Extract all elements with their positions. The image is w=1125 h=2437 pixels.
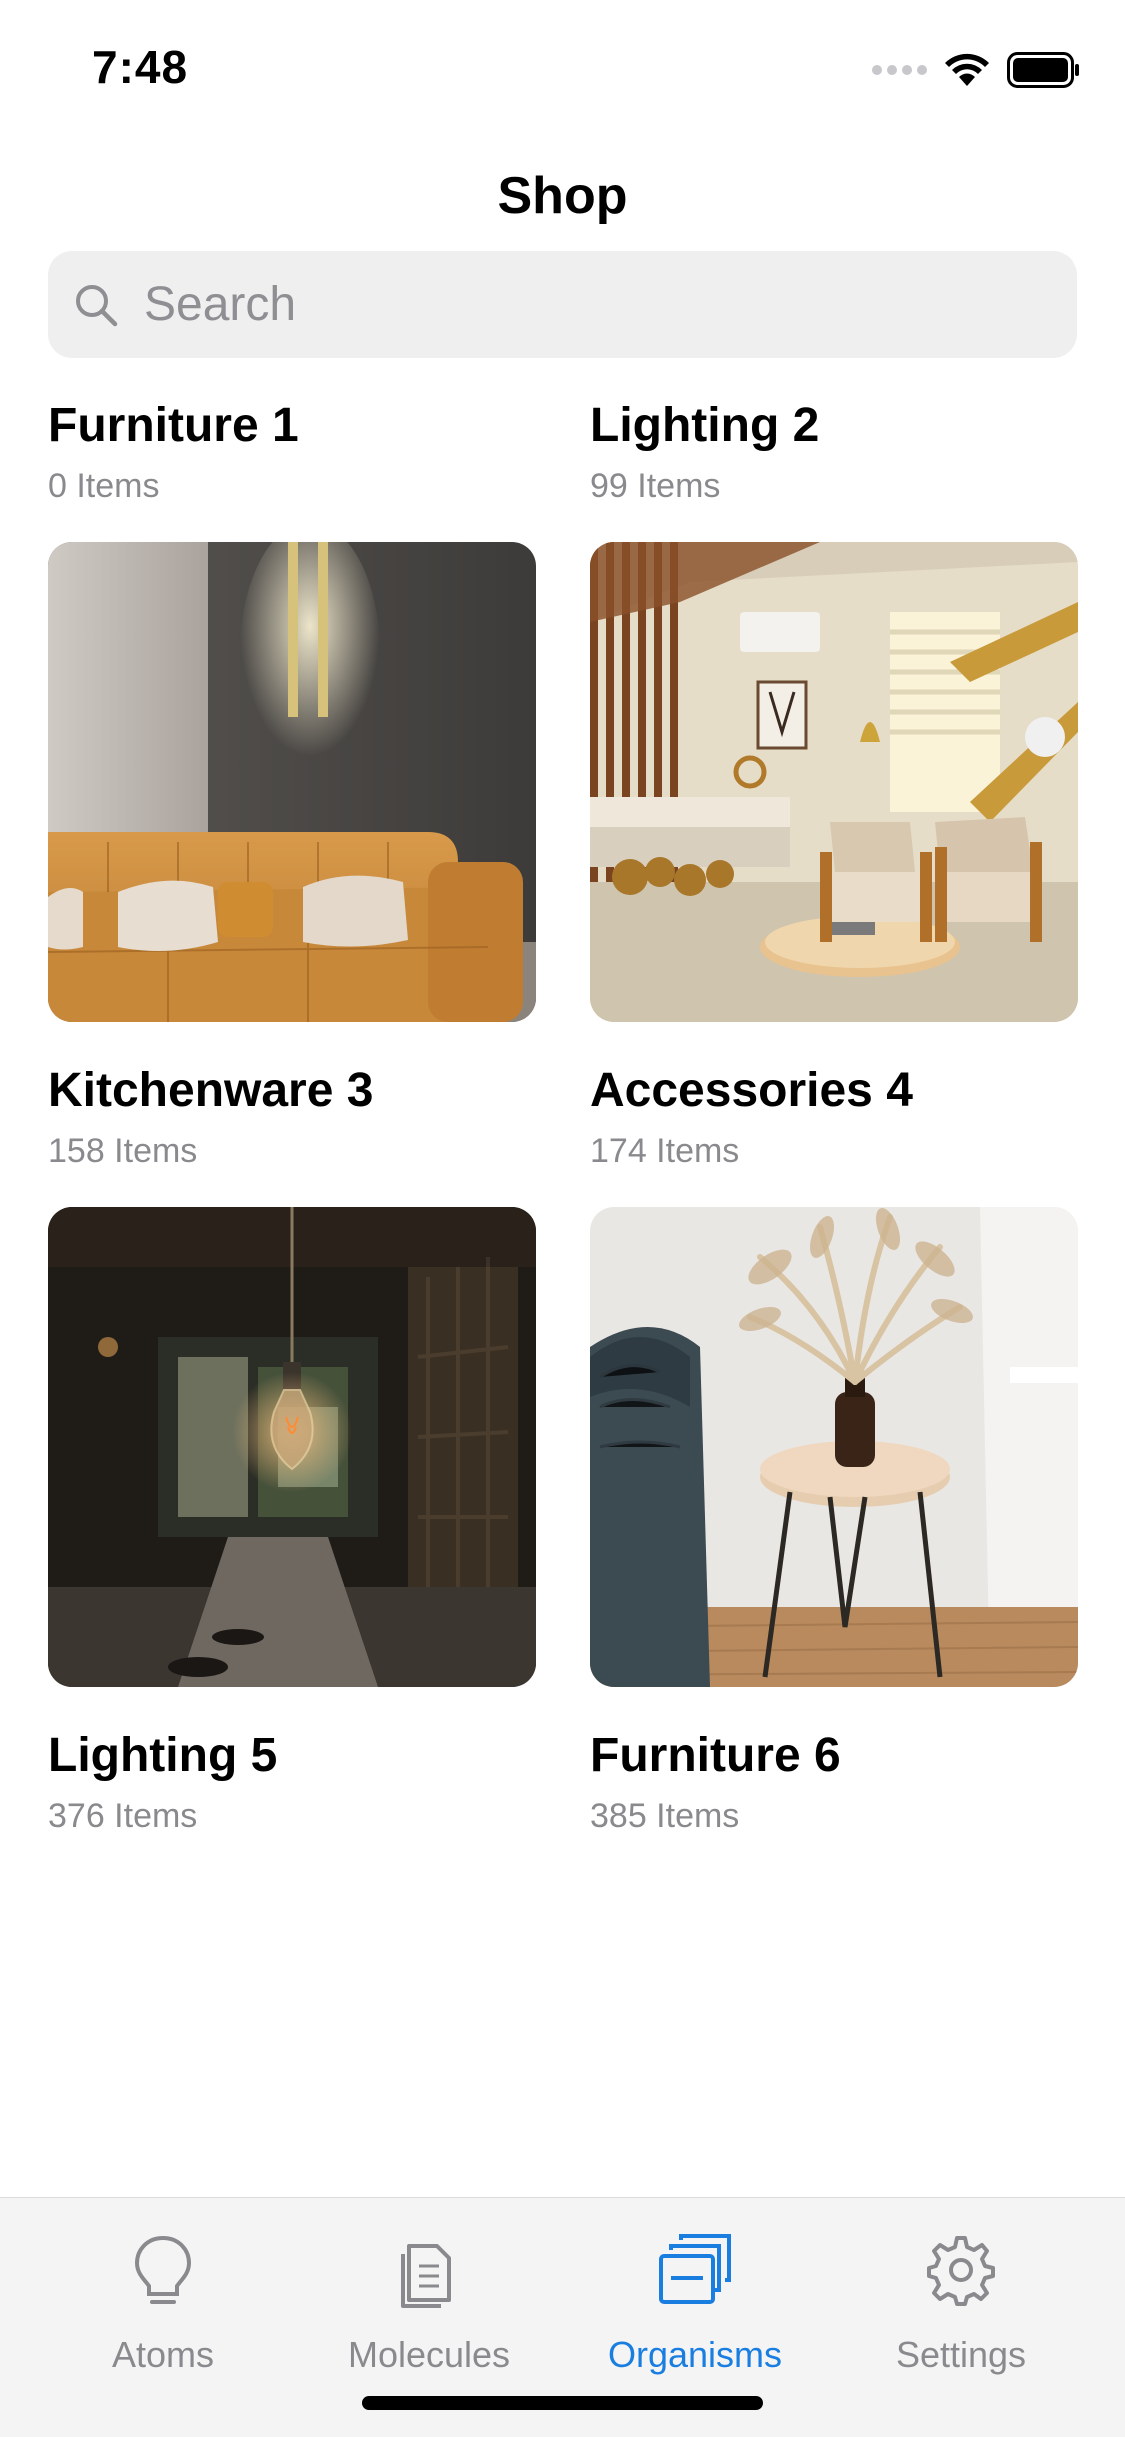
tab-label: Molecules: [347, 2334, 511, 2375]
status-time: 7:48: [92, 41, 189, 93]
tab-organisms[interactable]: Organisms: [565, 2198, 825, 2398]
category-count: 0 Items: [48, 467, 160, 505]
tab-label: Settings: [895, 2334, 1027, 2375]
battery-icon: [1007, 52, 1079, 88]
page-title: Shop: [497, 167, 628, 225]
tab-settings[interactable]: Settings: [831, 2198, 1091, 2398]
lightbulb-icon: [134, 2235, 192, 2304]
category-count: 174 Items: [590, 1132, 740, 1170]
category-title: Furniture 6: [590, 1729, 841, 1782]
tab-label: Atoms: [111, 2334, 215, 2375]
home-indicator[interactable]: [362, 2396, 763, 2410]
tab-label: Organisms: [607, 2334, 783, 2375]
category-card-lighting-2[interactable]: Lighting 2 99 Items: [590, 398, 1078, 508]
gear-icon: [927, 2236, 995, 2306]
category-card-accessories-4[interactable]: Accessories 4 174 Items: [590, 1063, 1078, 1173]
wifi-icon: [945, 53, 989, 86]
category-title: Accessories 4: [590, 1064, 913, 1117]
category-card-furniture-1[interactable]: Furniture 1 0 Items: [48, 398, 536, 508]
category-image-living-room[interactable]: [590, 542, 1078, 1022]
status-icons: [872, 50, 1081, 90]
category-count: 158 Items: [48, 1132, 198, 1170]
category-card-kitchenware-3[interactable]: Kitchenware 3 158 Items: [48, 1063, 536, 1173]
category-image-sofa[interactable]: [48, 542, 536, 1022]
search-icon: [76, 284, 118, 326]
category-title: Furniture 1: [48, 399, 299, 452]
category-count: 385 Items: [590, 1797, 740, 1835]
category-count: 376 Items: [48, 1797, 198, 1835]
tab-molecules[interactable]: Molecules: [299, 2198, 559, 2398]
document-icon: [401, 2244, 451, 2308]
category-image-hanging-bulb[interactable]: [48, 1207, 536, 1687]
category-title: Kitchenware 3: [48, 1064, 374, 1117]
search-bar[interactable]: [48, 251, 1077, 358]
category-title: Lighting 2: [590, 399, 820, 452]
category-card-furniture-6[interactable]: Furniture 6 385 Items: [590, 1728, 1078, 1838]
category-title: Lighting 5: [48, 1729, 278, 1782]
category-count: 99 Items: [590, 467, 721, 505]
category-card-lighting-5[interactable]: Lighting 5 376 Items: [48, 1728, 536, 1838]
status-bar: 7:48: [0, 0, 1125, 140]
tab-atoms[interactable]: Atoms: [33, 2198, 293, 2398]
stacked-cards-icon: [659, 2234, 731, 2304]
category-image-pampas-table[interactable]: [590, 1207, 1078, 1687]
cellular-signal-icon: [872, 65, 927, 75]
search-input[interactable]: [142, 276, 1026, 333]
